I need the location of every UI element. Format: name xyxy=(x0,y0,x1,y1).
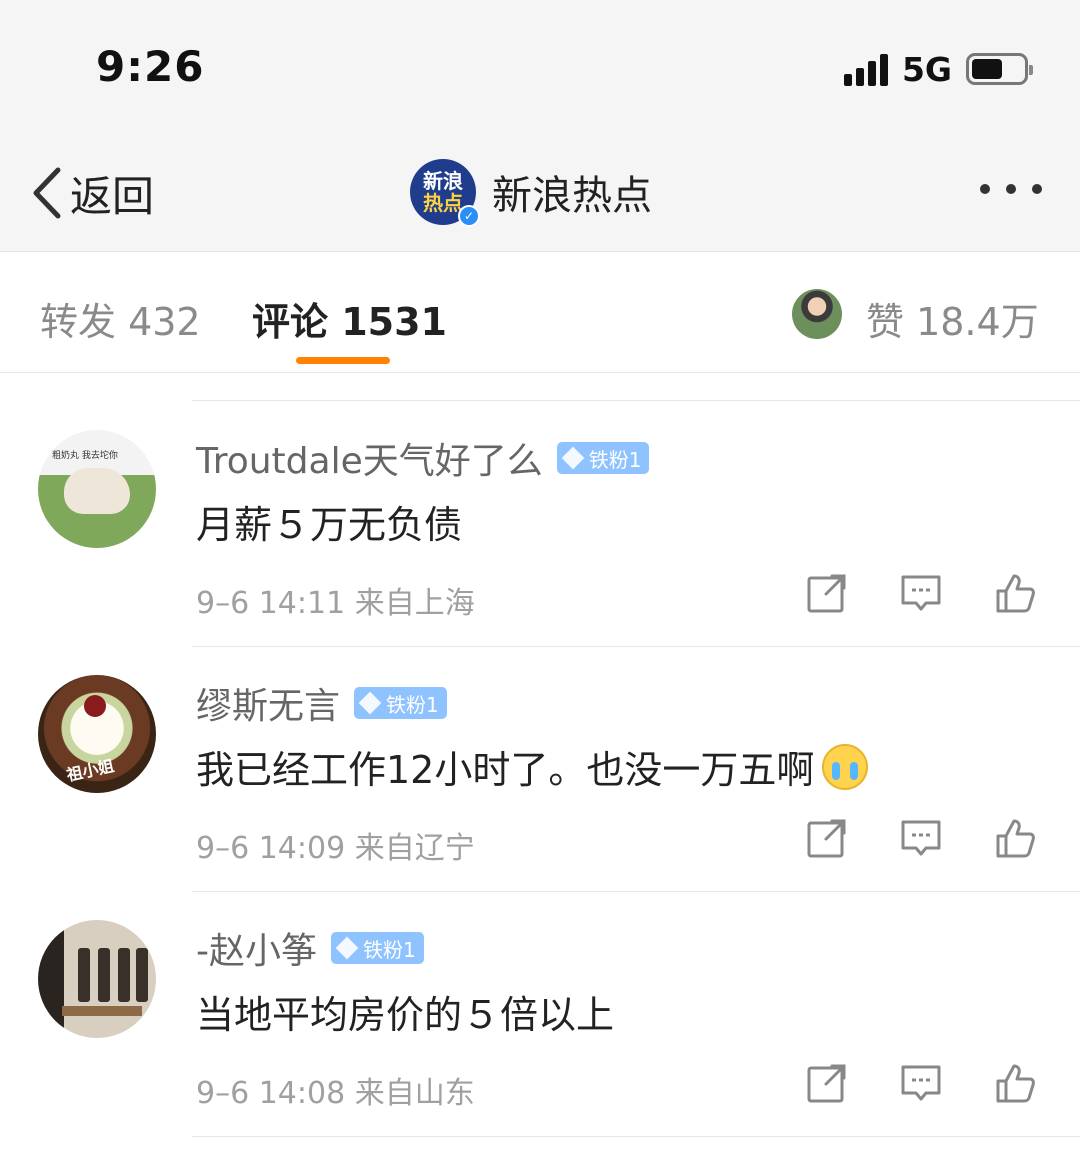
tab-reposts[interactable]: 转发 432 xyxy=(40,291,201,346)
comment-actions xyxy=(806,817,1036,859)
tab-comments[interactable]: 评论 1531 xyxy=(252,291,447,346)
logo-text-top: 新浪 xyxy=(423,169,463,193)
comment-text: 月薪５万无负债 xyxy=(196,494,462,549)
comment-text-content: 我已经工作12小时了。也没一万五啊 xyxy=(196,748,815,792)
divider xyxy=(192,400,1080,401)
back-button[interactable]: 返回 xyxy=(30,160,154,226)
share-icon[interactable] xyxy=(806,817,848,859)
comment-icon[interactable] xyxy=(900,1062,942,1104)
avatar[interactable] xyxy=(38,920,156,1038)
share-icon[interactable] xyxy=(806,1062,848,1104)
comment-text: 我已经工作12小时了。也没一万五啊 xyxy=(196,739,869,794)
comment-text-content: 当地平均房价的５倍以上 xyxy=(196,993,615,1037)
more-icon[interactable] xyxy=(964,184,1042,194)
comment-icon[interactable] xyxy=(900,817,942,859)
username[interactable]: Troutdale天气好了么 xyxy=(196,432,543,484)
status-time: 9:26 xyxy=(96,42,205,91)
diamond-icon xyxy=(561,446,585,470)
avatar-caption: 祖小姐 xyxy=(64,756,116,785)
divider xyxy=(192,1136,1080,1137)
tab-bar: 转发 432 评论 1531 赞 18.4万 xyxy=(0,253,1080,373)
diamond-icon xyxy=(335,936,359,960)
comment-meta: 9–6 14:11 来自上海 xyxy=(196,586,475,621)
active-tab-indicator xyxy=(296,357,390,364)
like-icon[interactable] xyxy=(994,817,1036,859)
chevron-left-icon xyxy=(33,167,61,219)
avatar[interactable]: 祖小姐 xyxy=(38,675,156,793)
share-icon[interactable] xyxy=(806,572,848,614)
crying-face-icon xyxy=(822,743,869,790)
comment-item: -赵小筝 铁粉1 当地平均房价的５倍以上 9–6 14:08 来自山东 xyxy=(0,892,1080,1137)
page-title: 新浪热点 xyxy=(492,173,652,219)
fan-badge[interactable]: 铁粉1 xyxy=(331,932,424,964)
like-icon[interactable] xyxy=(994,572,1036,614)
network-label: 5G xyxy=(901,49,952,89)
status-indicators: 5G xyxy=(840,48,1033,90)
diamond-icon xyxy=(358,691,382,715)
comment-actions xyxy=(806,1062,1036,1104)
signal-icon xyxy=(840,52,888,86)
comment-item: 粗奶丸 我去坨你 Troutdale天气好了么 铁粉1 月薪５万无负债 9–6 … xyxy=(0,402,1080,647)
avatar[interactable]: 粗奶丸 我去坨你 xyxy=(38,430,156,548)
avatar-caption: 粗奶丸 我去坨你 xyxy=(52,451,118,461)
comment-icon[interactable] xyxy=(900,572,942,614)
account-logo: 新浪 热点 ✓ xyxy=(410,159,480,227)
comment-header: Troutdale天气好了么 铁粉1 xyxy=(196,432,650,484)
liker-avatar[interactable] xyxy=(792,289,842,339)
comment-text: 当地平均房价的５倍以上 xyxy=(196,984,614,1039)
tab-likes[interactable]: 赞 18.4万 xyxy=(866,291,1039,346)
comment-actions xyxy=(806,572,1036,614)
comment-text-content: 月薪５万无负债 xyxy=(196,503,463,547)
badge-label: 铁粉1 xyxy=(588,447,642,472)
top-bar: 9:26 5G 返回 新浪 热点 ✓ 新浪热点 xyxy=(0,0,1080,252)
username[interactable]: -赵小筝 xyxy=(196,922,317,974)
badge-label: 铁粉1 xyxy=(386,692,439,717)
comment-header: -赵小筝 铁粉1 xyxy=(196,924,424,972)
username[interactable]: 缪斯无言 xyxy=(196,677,340,729)
nav-bar: 返回 新浪 热点 ✓ 新浪热点 xyxy=(0,140,1080,252)
account-header[interactable]: 新浪 热点 ✓ 新浪热点 xyxy=(410,156,652,228)
fan-badge[interactable]: 铁粉1 xyxy=(556,442,650,474)
comment-meta: 9–6 14:08 来自山东 xyxy=(196,1076,475,1111)
back-label: 返回 xyxy=(70,171,155,221)
battery-icon xyxy=(966,53,1033,85)
verified-icon: ✓ xyxy=(458,205,480,227)
fan-badge[interactable]: 铁粉1 xyxy=(354,687,447,719)
badge-label: 铁粉1 xyxy=(363,937,416,962)
comment-meta: 9–6 14:09 来自辽宁 xyxy=(196,831,475,866)
comment-header: 缪斯无言 铁粉1 xyxy=(196,679,447,727)
logo-text-bottom: 热点 xyxy=(423,191,463,215)
comment-item: 祖小姐 缪斯无言 铁粉1 我已经工作12小时了。也没一万五啊 9–6 14:09… xyxy=(0,647,1080,892)
like-icon[interactable] xyxy=(994,1062,1036,1104)
